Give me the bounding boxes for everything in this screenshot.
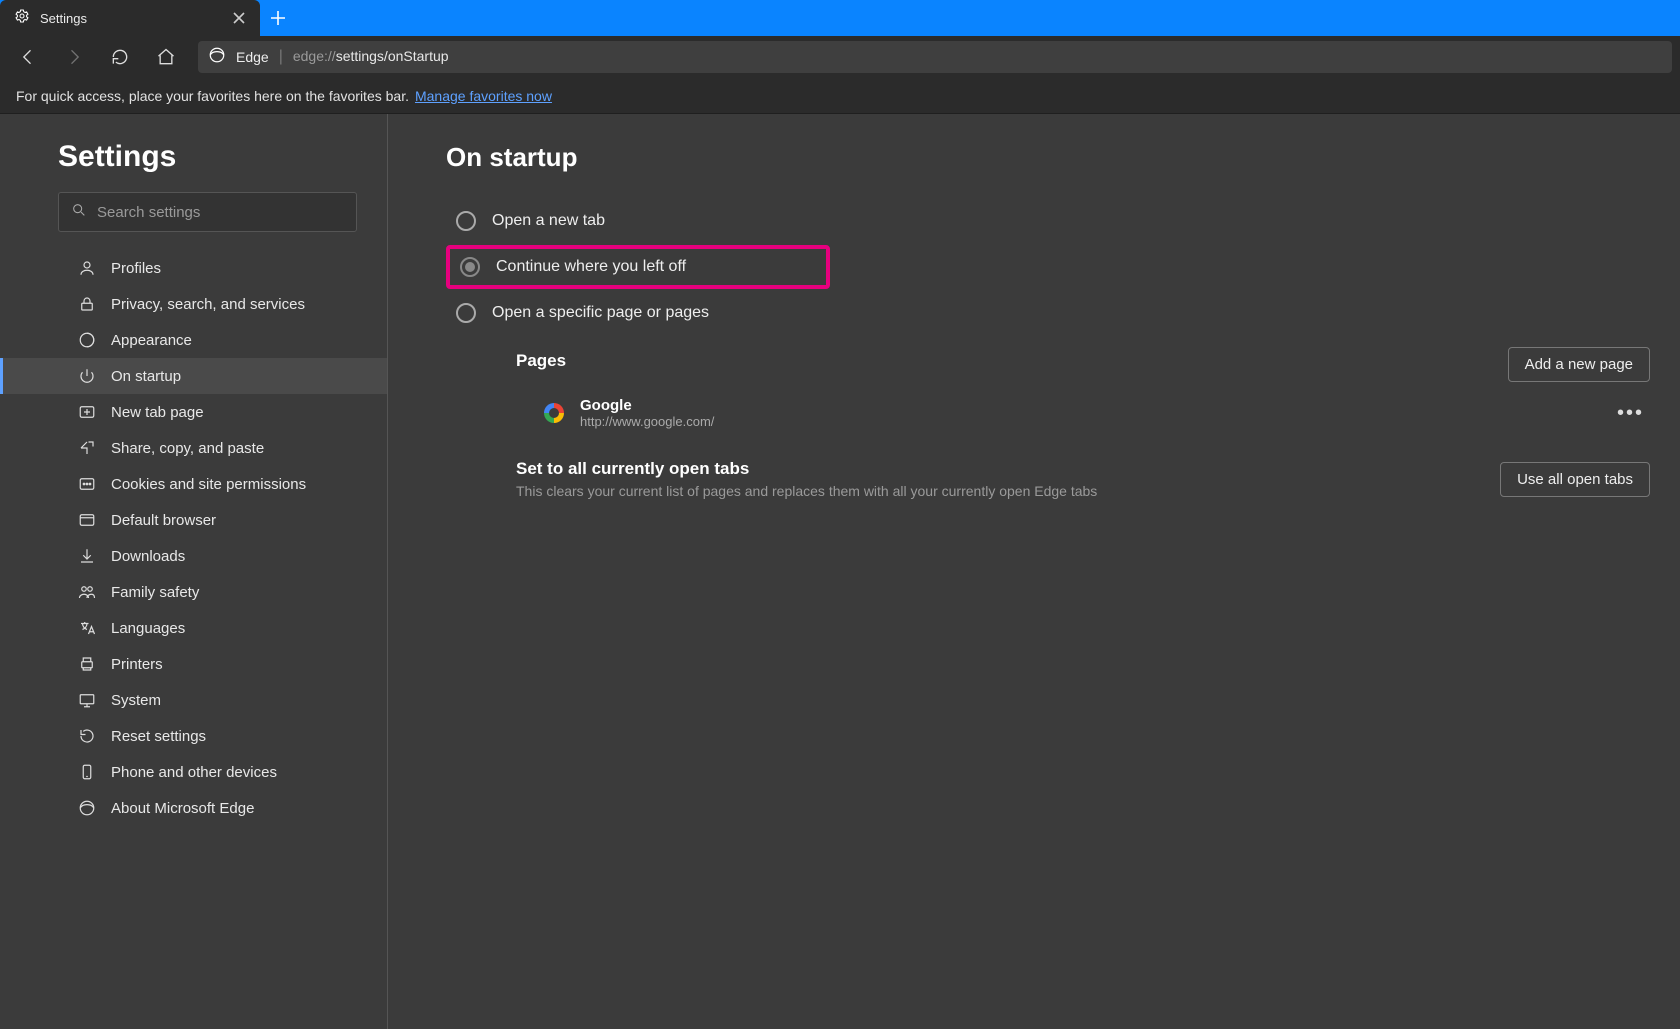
close-tab-button[interactable] [228,7,250,29]
new-tab-button[interactable] [260,0,296,36]
back-button[interactable] [8,37,48,77]
page-entry-more-button[interactable]: ••• [1611,398,1650,429]
nav-languages[interactable]: Languages [0,610,387,646]
title-bar: Settings [0,0,1680,36]
radio-icon [456,303,476,323]
nav-downloads[interactable]: Downloads [0,538,387,574]
favorites-hint: For quick access, place your favorites h… [16,88,409,104]
set-all-tabs-section: Set to all currently open tabs This clea… [516,459,1650,499]
address-url: edge://settings/onStartup [293,48,449,66]
add-new-page-button[interactable]: Add a new page [1508,347,1650,382]
appearance-icon [77,331,97,349]
option-label: Open a new tab [492,212,605,230]
content-area: Settings Search settings Profiles Privac… [0,114,1680,1029]
system-icon [77,691,97,709]
nav-family-safety[interactable]: Family safety [0,574,387,610]
nav-system[interactable]: System [0,682,387,718]
main-panel: On startup Open a new tab Continue where… [388,114,1680,1029]
nav-cookies[interactable]: Cookies and site permissions [0,466,387,502]
settings-gear-icon [14,8,30,29]
languages-icon [77,619,97,637]
page-title: On startup [446,142,1650,173]
address-bar[interactable]: Edge | edge://settings/onStartup [198,41,1672,73]
option-label: Continue where you left off [496,258,686,276]
reset-icon [77,727,97,745]
printer-icon [77,655,97,673]
nav-phone-devices[interactable]: Phone and other devices [0,754,387,790]
startup-option-continue[interactable]: Continue where you left off [456,255,686,279]
sidebar: Settings Search settings Profiles Privac… [0,114,388,1029]
family-icon [77,583,97,601]
option-label: Open a specific page or pages [492,304,709,322]
lock-icon [77,295,97,313]
google-favicon-icon [544,403,564,423]
nav-about-edge[interactable]: About Microsoft Edge [0,790,387,826]
manage-favorites-link[interactable]: Manage favorites now [415,88,552,104]
tab-title: Settings [40,11,218,26]
favorites-bar: For quick access, place your favorites h… [0,78,1680,114]
search-icon [71,202,87,222]
nav-share-copy-paste[interactable]: Share, copy, and paste [0,430,387,466]
settings-nav: Profiles Privacy, search, and services A… [0,250,387,826]
toolbar: Edge | edge://settings/onStartup [0,36,1680,78]
startup-option-specific-pages[interactable]: Open a specific page or pages [446,293,1650,333]
startup-option-new-tab[interactable]: Open a new tab [446,201,1650,241]
nav-on-startup[interactable]: On startup [0,358,387,394]
use-all-open-tabs-button[interactable]: Use all open tabs [1500,462,1650,497]
edge-icon [77,799,97,817]
search-placeholder: Search settings [97,204,200,221]
set-all-desc: This clears your current list of pages a… [516,483,1097,499]
highlighted-option: Continue where you left off [446,245,830,289]
refresh-button[interactable] [100,37,140,77]
nav-appearance[interactable]: Appearance [0,322,387,358]
forward-button[interactable] [54,37,94,77]
profile-icon [77,259,97,277]
home-button[interactable] [146,37,186,77]
nav-new-tab-page[interactable]: New tab page [0,394,387,430]
edge-logo-icon [208,46,226,69]
pages-section: Pages Add a new page Google http://www.g… [516,345,1650,499]
browser-tab[interactable]: Settings [0,0,260,36]
new-tab-icon [77,403,97,421]
cookies-icon [77,475,97,493]
nav-printers[interactable]: Printers [0,646,387,682]
set-all-title: Set to all currently open tabs [516,459,1097,479]
search-settings-input[interactable]: Search settings [58,192,357,232]
browser-icon [77,511,97,529]
nav-profiles[interactable]: Profiles [0,250,387,286]
nav-default-browser[interactable]: Default browser [0,502,387,538]
address-separator: | [279,48,283,66]
share-icon [77,439,97,457]
page-entry-url: http://www.google.com/ [580,414,714,429]
address-brand: Edge [236,49,269,65]
page-entry: Google http://www.google.com/ ••• [544,391,1650,435]
download-icon [77,547,97,565]
page-entry-title: Google [580,397,714,414]
nav-reset-settings[interactable]: Reset settings [0,718,387,754]
radio-icon [456,211,476,231]
settings-heading: Settings [0,140,387,192]
nav-privacy[interactable]: Privacy, search, and services [0,286,387,322]
pages-heading: Pages [516,351,566,371]
phone-icon [77,763,97,781]
radio-icon [460,257,480,277]
power-icon [77,367,97,385]
